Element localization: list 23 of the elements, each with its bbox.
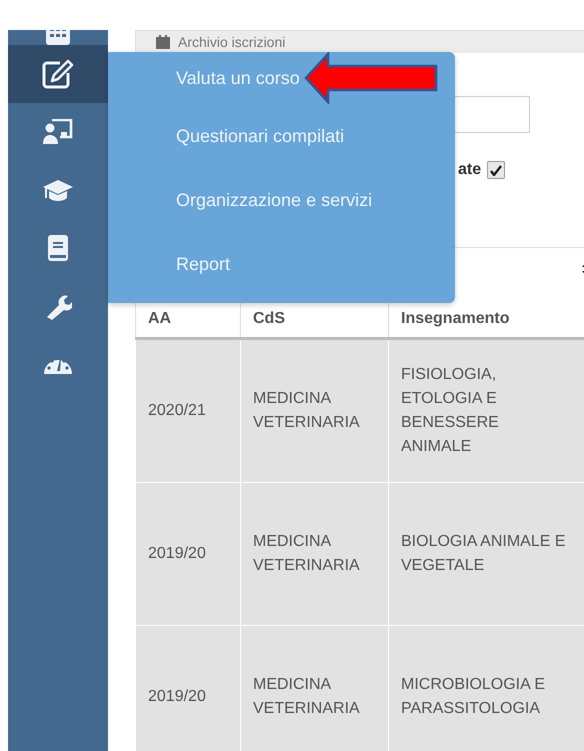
menu-item[interactable]: Report (176, 254, 230, 274)
calendar-icon (156, 35, 170, 49)
check-icon (490, 164, 502, 176)
table-cell: 2020/21 (136, 338, 240, 482)
sidebar-item[interactable] (8, 45, 108, 103)
table-cell: MICROBIOLOGIA E PARASSITOLOGIA (388, 626, 584, 751)
filter-label: ate (458, 161, 482, 179)
panel-title: Archivio iscrizioni (178, 34, 286, 50)
book-icon (47, 234, 69, 262)
table-cell: MEDICINA VETERINARIA (240, 482, 388, 626)
table-cell: 2019/20 (136, 626, 240, 751)
teacher-icon (43, 119, 73, 145)
table-cell: MEDICINA VETERINARIA (240, 338, 388, 482)
menu-item[interactable]: Valuta un corso (176, 68, 300, 88)
menu-item[interactable]: Organizzazione e servizi (176, 190, 372, 210)
edit-icon (42, 59, 74, 89)
table-cell: MEDICINA VETERINARIA (240, 626, 388, 751)
table-cell: BIOLOGIA ANIMALE E VEGETALE (388, 482, 584, 626)
table-cell: 2019/20 (136, 482, 240, 626)
graduation-cap-icon (42, 178, 74, 202)
menu-item[interactable]: Questionari compilati (176, 126, 344, 146)
checkbox[interactable] (487, 161, 506, 179)
table-cell: FISIOLOGIA, ETOLOGIA E BENESSERE ANIMALE (388, 338, 584, 482)
